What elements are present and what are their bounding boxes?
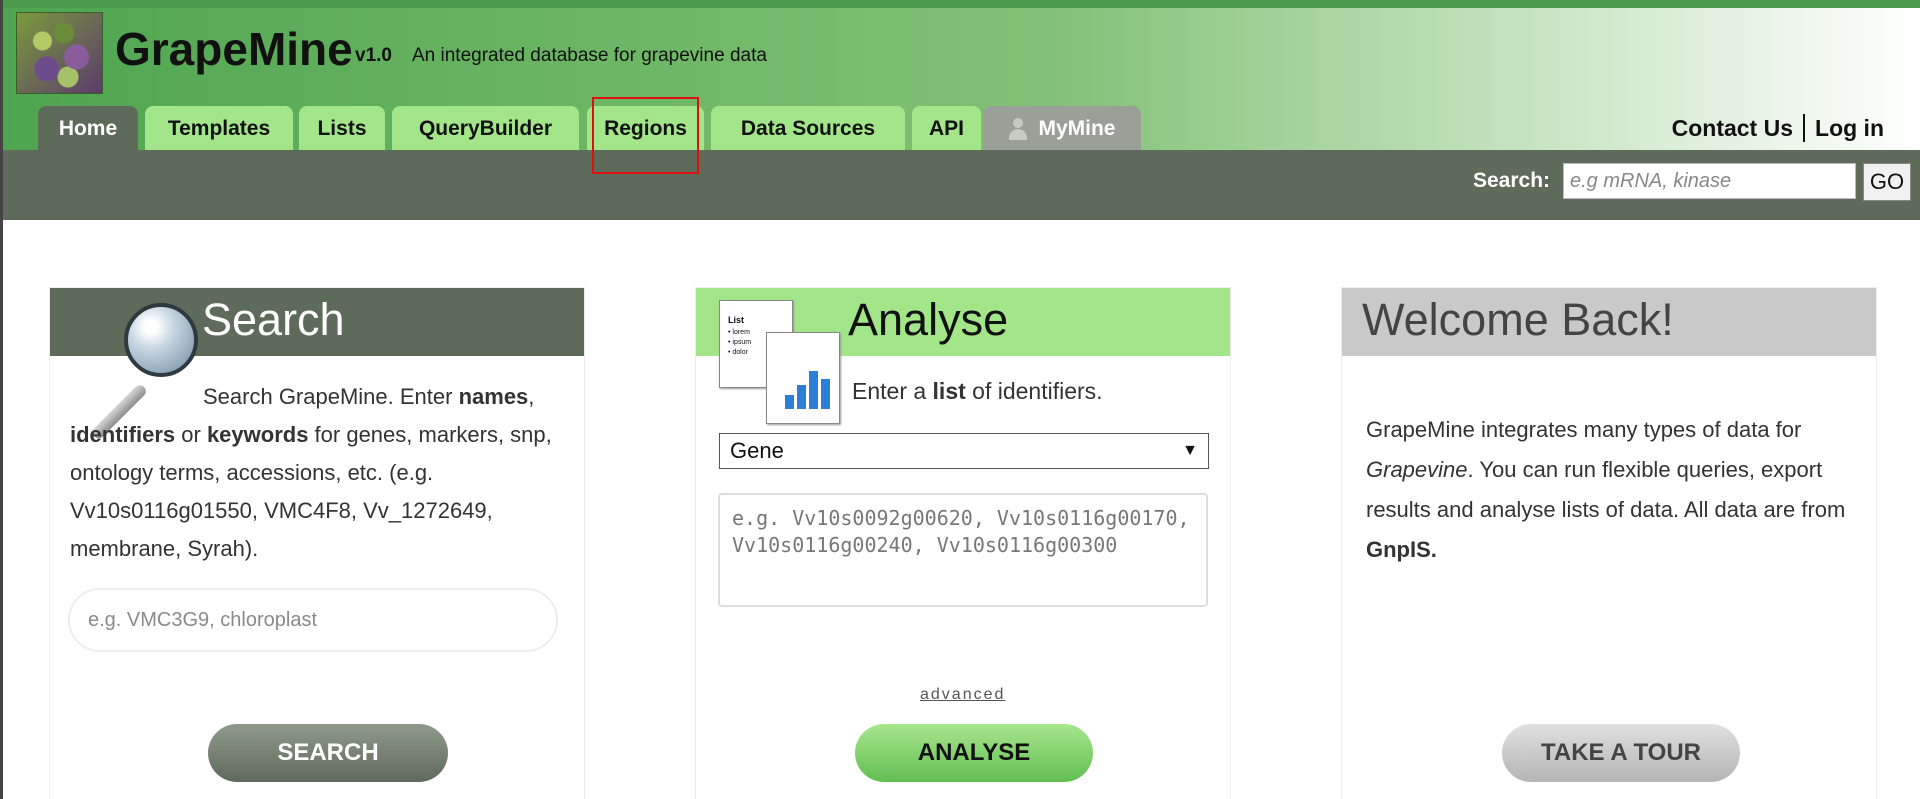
tab-querybuilder[interactable]: QueryBuilder: [392, 106, 579, 151]
bar-chart-icon: [766, 332, 840, 424]
top-links: Contact Us Log in: [1672, 114, 1884, 142]
version-label: v1.0: [355, 45, 392, 66]
welcome-panel-header: Welcome Back!: [1342, 288, 1876, 356]
tab-data-sources[interactable]: Data Sources: [711, 106, 905, 151]
list-icon-line: • lorem: [728, 329, 750, 336]
quick-search-input[interactable]: [1563, 163, 1856, 199]
advanced-link[interactable]: advanced: [920, 686, 1005, 704]
analyse-panel-title: Analyse: [848, 294, 1009, 345]
page: GrapeMine v1.0 An integrated database fo…: [0, 0, 1920, 799]
tab-api[interactable]: API: [912, 106, 981, 151]
tab-data-sources-label: Data Sources: [740, 116, 876, 140]
list-icon-line: • ipsum: [728, 339, 752, 346]
tab-templates[interactable]: Templates: [145, 106, 293, 151]
link-divider: [1803, 114, 1806, 142]
welcome-panel-title: Welcome Back!: [1362, 294, 1674, 345]
header: GrapeMine v1.0 An integrated database fo…: [3, 0, 1920, 151]
search-button[interactable]: SEARCH: [208, 724, 448, 782]
tab-mymine-label: MyMine: [1038, 116, 1116, 140]
dropdown-arrow-icon: ▼: [1182, 442, 1198, 459]
go-button[interactable]: GO: [1863, 163, 1911, 201]
tab-api-label: API: [928, 116, 964, 140]
tab-regions-label: Regions: [604, 116, 687, 140]
take-a-tour-button[interactable]: TAKE A TOUR: [1502, 724, 1740, 782]
tab-home[interactable]: Home: [38, 106, 138, 151]
search-intro-text: Search GrapeMine. Enter names, identifie…: [70, 384, 552, 561]
welcome-panel: Welcome Back! GrapeMine integrates many …: [1341, 287, 1877, 799]
tab-lists[interactable]: Lists: [299, 106, 385, 151]
welcome-text: GrapeMine integrates many types of data …: [1366, 417, 1846, 562]
analyse-intro-text: Enter a list of identifiers.: [852, 378, 1103, 404]
gnpis-link[interactable]: GnpIS.: [1366, 537, 1437, 562]
tagline: An integrated database for grapevine dat…: [412, 45, 767, 66]
person-icon: [1008, 117, 1028, 140]
tab-mymine[interactable]: MyMine: [983, 106, 1141, 151]
brand-name[interactable]: GrapeMine: [115, 22, 353, 76]
grapemine-logo[interactable]: [16, 12, 103, 94]
search-input[interactable]: [68, 588, 558, 652]
search-panel-title: Search: [202, 294, 345, 345]
tab-home-label: Home: [58, 116, 118, 140]
identifiers-textarea[interactable]: [718, 493, 1208, 607]
analyse-button[interactable]: ANALYSE: [855, 724, 1093, 782]
contact-us-link[interactable]: Contact Us: [1672, 115, 1793, 142]
type-select-value: Gene: [730, 438, 784, 463]
tab-templates-label: Templates: [167, 116, 271, 140]
tab-querybuilder-label: QueryBuilder: [418, 116, 553, 140]
log-in-link[interactable]: Log in: [1815, 115, 1884, 142]
quick-search-label: Search:: [1473, 169, 1551, 192]
tab-regions[interactable]: Regions: [587, 106, 704, 151]
list-icon-line: • dolor: [728, 349, 748, 356]
list-icon-title: List: [728, 315, 745, 325]
type-select[interactable]: Gene ▼: [719, 433, 1209, 469]
tab-lists-label: Lists: [317, 116, 367, 140]
search-panel: Search Search GrapeMine. Enter names, id…: [49, 287, 585, 799]
analyse-panel: Analyse List • lorem • ipsum • dolor Ent…: [695, 287, 1231, 799]
top-strip: [3, 0, 1920, 8]
